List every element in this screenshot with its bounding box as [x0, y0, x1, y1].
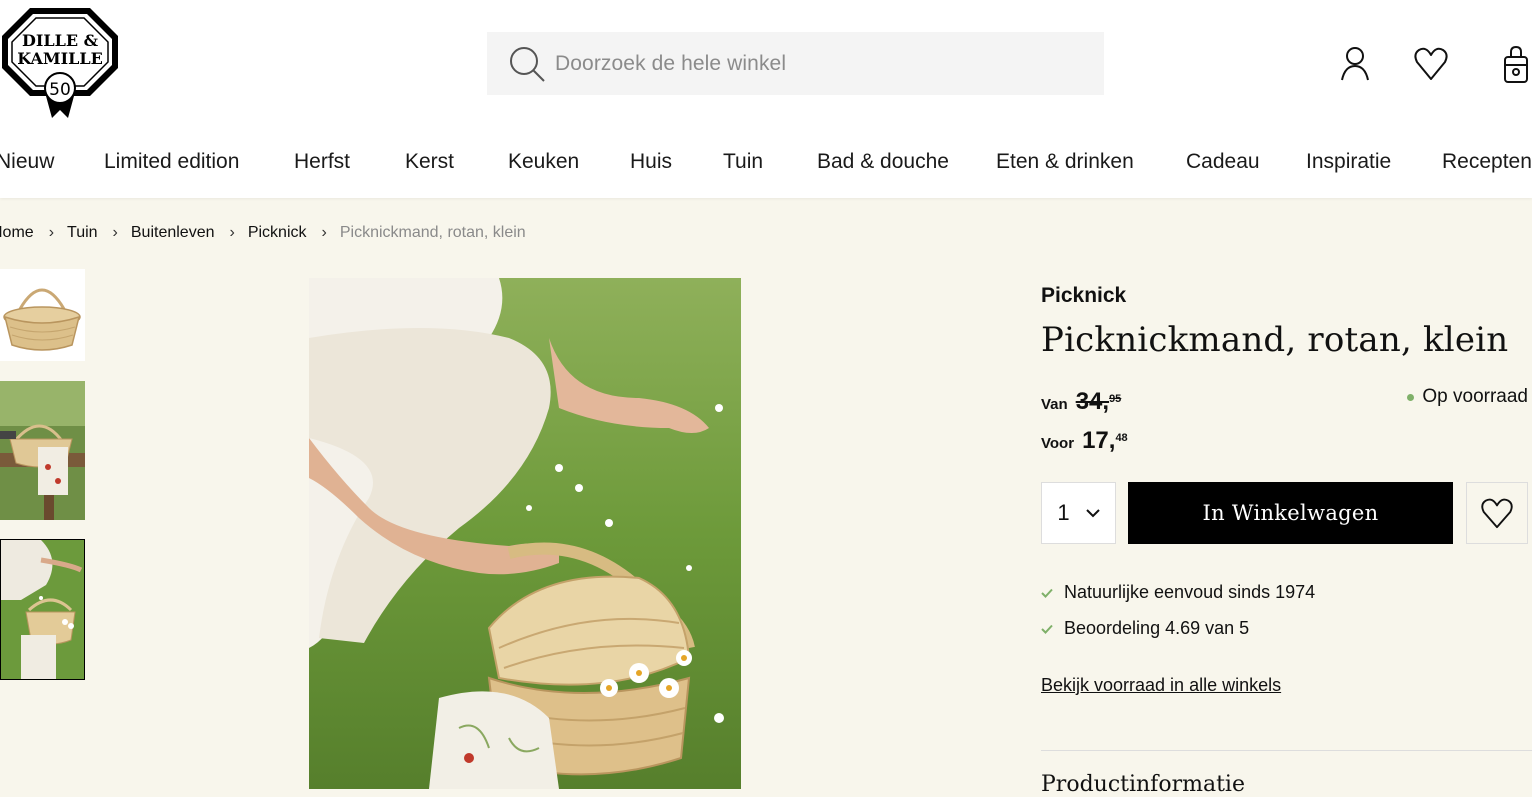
- product-title: Picknickmand, rotan, klein: [1041, 320, 1509, 360]
- add-to-wishlist-button[interactable]: [1466, 482, 1528, 544]
- site-header: DILLE & KAMILLE 50 Doorzoek de hele wink…: [0, 0, 1532, 198]
- nav-item-bad-douche[interactable]: Bad & douche: [817, 150, 949, 174]
- nav-item-keuken[interactable]: Keuken: [508, 150, 579, 174]
- nav-item-nieuw[interactable]: Nieuw: [0, 150, 54, 174]
- breadcrumb-current: Picknickmand, rotan, klein: [339, 224, 526, 241]
- product-main-image[interactable]: [309, 278, 741, 789]
- section-divider: [1041, 750, 1532, 751]
- check-icon: [1041, 588, 1053, 598]
- logo-text-line1: DILLE &: [22, 31, 99, 50]
- wishlist-heart-icon[interactable]: [1413, 44, 1449, 84]
- stock-status-text: Op voorraad: [1422, 386, 1528, 407]
- breadcrumb-buitenleven[interactable]: Buitenleven: [131, 224, 215, 242]
- usp-text: Natuurlijke eenvoud sinds 1974: [1064, 582, 1316, 602]
- nav-item-kerst[interactable]: Kerst: [405, 150, 454, 174]
- product-thumbnail-2[interactable]: [0, 381, 85, 520]
- breadcrumb-chevron-icon: ›: [112, 224, 118, 241]
- price-old-euros: 34,: [1075, 388, 1110, 415]
- usp-text: Beoordeling 4.69 van 5: [1064, 618, 1250, 638]
- price-old-label: Van: [1041, 396, 1068, 413]
- check-store-stock-link[interactable]: Bekijk voorraad in alle winkels: [1041, 675, 1281, 696]
- price-new: Voor 17, 48: [1041, 427, 1128, 455]
- product-category[interactable]: Picknick: [1041, 284, 1126, 308]
- product-thumbnail-1[interactable]: [0, 269, 85, 361]
- picnic-basket-photo: [309, 278, 741, 789]
- stock-status: Op voorraad: [1407, 386, 1528, 408]
- search-input[interactable]: Doorzoek de hele winkel: [555, 52, 786, 76]
- breadcrumb-chevron-icon: ›: [321, 224, 327, 241]
- nav-item-cadeau[interactable]: Cadeau: [1186, 150, 1260, 174]
- basket-picnic-thumbnail-image: [1, 540, 84, 679]
- check-icon: [1041, 624, 1053, 634]
- breadcrumb-chevron-icon: ›: [229, 224, 235, 241]
- nav-item-tuin[interactable]: Tuin: [723, 150, 763, 174]
- quantity-value: 1: [1057, 500, 1070, 525]
- logo-text-line2: KAMILLE: [17, 49, 103, 68]
- add-to-cart-button[interactable]: In Winkelwagen: [1128, 482, 1453, 544]
- nav-item-recepten[interactable]: Recepten: [1442, 150, 1532, 174]
- breadcrumb: Home › Tuin › Buitenleven › Picknick › P…: [0, 222, 526, 244]
- nav-item-limited-edition[interactable]: Limited edition: [104, 150, 239, 174]
- account-icon[interactable]: [1337, 44, 1373, 84]
- breadcrumb-chevron-icon: ›: [48, 224, 55, 241]
- search-bar[interactable]: Doorzoek de hele winkel: [487, 32, 1104, 95]
- dille-kamille-logo[interactable]: DILLE & KAMILLE 50: [0, 6, 120, 120]
- stock-dot-icon: [1407, 393, 1415, 401]
- basket-thumbnail-image: [0, 269, 85, 361]
- cart-bag-icon[interactable]: [1500, 44, 1532, 84]
- logo-badge: 50: [49, 80, 71, 100]
- product-info-accordion-header[interactable]: Productinformatie: [1041, 772, 1245, 797]
- nav-item-inspiratie[interactable]: Inspiratie: [1306, 150, 1391, 174]
- breadcrumb-tuin[interactable]: Tuin: [67, 224, 98, 242]
- price-new-euros: 17,: [1082, 427, 1116, 454]
- chevron-down-icon: [1085, 509, 1100, 518]
- nav-item-huis[interactable]: Huis: [630, 150, 672, 174]
- usp-item: Natuurlijke eenvoud sinds 1974: [1041, 582, 1315, 603]
- breadcrumb-picknick[interactable]: Picknick: [248, 224, 307, 242]
- nav-item-eten-drinken[interactable]: Eten & drinken: [996, 150, 1134, 174]
- quantity-select[interactable]: 1: [1041, 482, 1116, 544]
- nav-item-herfst[interactable]: Herfst: [294, 150, 350, 174]
- search-icon: [510, 46, 545, 82]
- basket-outdoor-thumbnail-image: [0, 381, 85, 520]
- breadcrumb-home[interactable]: Home: [0, 224, 34, 242]
- price-old: Van 34, 95: [1041, 388, 1121, 416]
- usp-item: Beoordeling 4.69 van 5: [1041, 618, 1249, 639]
- price-new-cents: 48: [1115, 432, 1128, 444]
- heart-icon: [1481, 498, 1513, 529]
- price-old-cents: 95: [1109, 393, 1122, 405]
- price-new-label: Voor: [1041, 435, 1075, 452]
- main-navigation: Nieuw Limited edition Herfst Kerst Keuke…: [0, 130, 1532, 192]
- product-thumbnail-3-selected[interactable]: [0, 539, 85, 680]
